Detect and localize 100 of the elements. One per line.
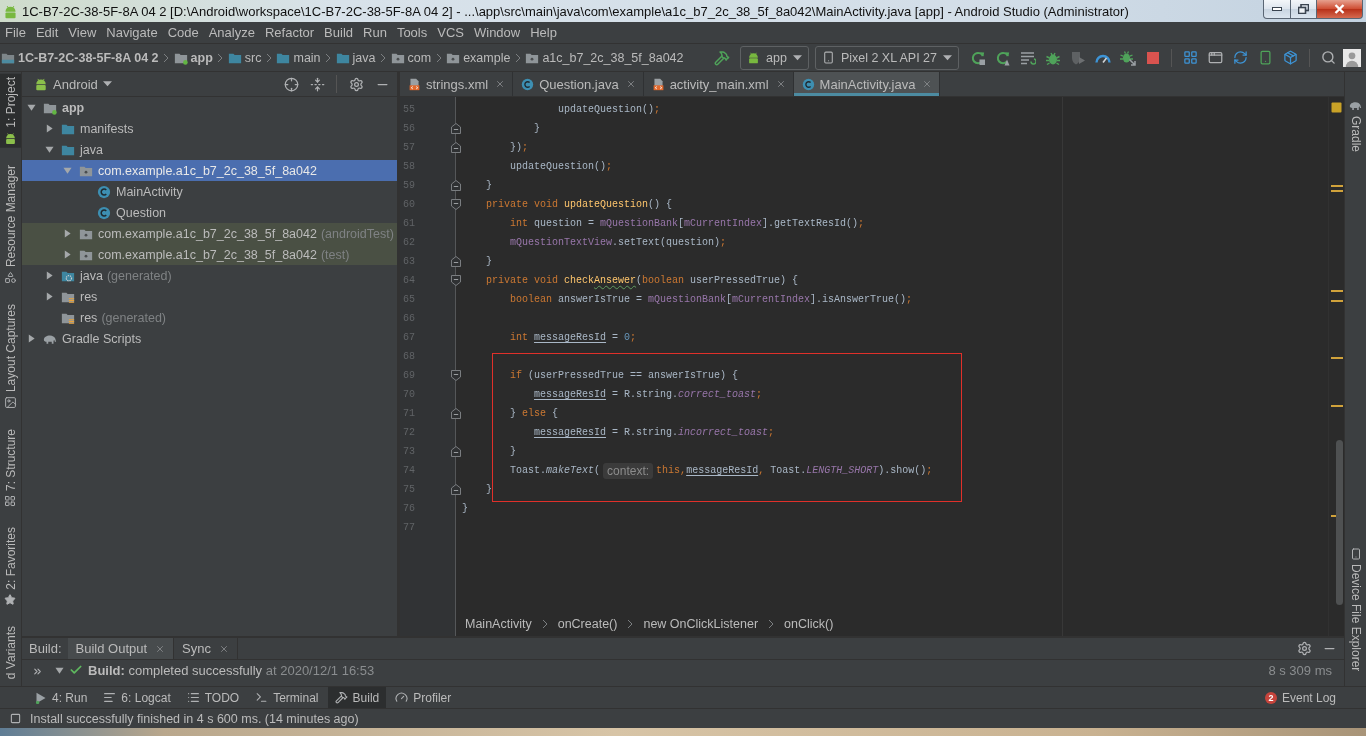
breadcrumb[interactable]: 1C-B7-2C-38-5F-8A 04 2 (1, 50, 159, 65)
breadcrumb[interactable]: MainActivity (465, 617, 532, 631)
restore-button[interactable] (1290, 0, 1317, 19)
avatar-icon[interactable] (1343, 48, 1361, 67)
breadcrumb[interactable]: onClick() (784, 617, 834, 631)
fold-end-icon[interactable] (451, 484, 461, 495)
tool-window-button[interactable]: Device File Explorer (1345, 544, 1366, 674)
phone-icon[interactable] (1258, 50, 1273, 65)
circular-arrow-icon[interactable] (969, 49, 986, 66)
fold-end-icon[interactable] (451, 408, 461, 419)
bug-arrow-icon[interactable] (1119, 49, 1136, 66)
fold-end-icon[interactable] (451, 123, 461, 134)
tree-item[interactable]: com.example.a1c_b7_2c_38_5f_8a042 (22, 160, 397, 181)
grid-icon[interactable] (1183, 50, 1198, 65)
circular-arrow-icon[interactable] (994, 49, 1011, 66)
fold-end-icon[interactable] (451, 142, 461, 153)
menu-item[interactable]: View (63, 22, 102, 43)
breadcrumb[interactable]: example (446, 50, 511, 65)
menu-item[interactable]: Navigate (101, 22, 163, 43)
editor-tab[interactable]: Question.java (513, 72, 644, 96)
breadcrumb[interactable]: src (227, 50, 262, 65)
output-tab[interactable]: Build Output (67, 638, 175, 659)
close-icon[interactable] (495, 79, 506, 89)
editor-tab[interactable]: MainActivity.java (793, 72, 941, 96)
menu-item[interactable]: Edit (30, 22, 64, 43)
menu-item[interactable]: Run (358, 22, 392, 43)
menu-item[interactable]: Code (162, 22, 204, 43)
warning-marker-icon[interactable] (1331, 300, 1343, 302)
fold-end-icon[interactable] (451, 180, 461, 191)
collapsed-arrow-icon[interactable] (44, 292, 54, 301)
view-dropdown[interactable]: Android (34, 76, 112, 92)
tool-window-button[interactable]: 2: Favorites (0, 523, 21, 609)
fold-end-icon[interactable] (451, 256, 461, 267)
tree-item[interactable]: Gradle Scripts (22, 328, 397, 349)
menu-item[interactable]: Window (468, 22, 526, 43)
collapsed-arrow-icon[interactable] (26, 334, 36, 343)
tree-item[interactable]: res (generated) (22, 307, 397, 328)
scrollbar-thumb[interactable] (1336, 440, 1343, 605)
lines-icon[interactable] (1019, 49, 1036, 66)
close-button[interactable] (1316, 0, 1363, 19)
menu-item[interactable]: Analyze (203, 22, 260, 43)
warning-marker-icon[interactable] (1331, 405, 1343, 407)
expanded-arrow-icon[interactable] (44, 145, 54, 154)
breadcrumb[interactable]: java (335, 50, 376, 65)
close-icon[interactable] (219, 643, 229, 654)
close-icon[interactable] (775, 79, 786, 89)
tool-window-button[interactable]: Resource Manager (0, 161, 21, 287)
breadcrumb[interactable]: main (276, 50, 321, 65)
breadcrumb[interactable]: a1c_b7_2c_38_5f_8a042 (525, 50, 684, 65)
refresh-icon[interactable] (1233, 50, 1248, 65)
tree-item[interactable]: Question (22, 202, 397, 223)
warning-marker-icon[interactable] (1331, 185, 1343, 187)
breadcrumb[interactable]: app (173, 50, 213, 65)
tree-item[interactable]: app (22, 97, 397, 118)
search-icon[interactable] (1320, 50, 1336, 65)
close-icon[interactable] (155, 643, 166, 654)
settings-icon[interactable] (348, 76, 364, 92)
tree-item[interactable]: manifests (22, 118, 397, 139)
caret-icon[interactable] (102, 81, 112, 87)
hammer-icon[interactable] (713, 49, 730, 66)
package-icon[interactable] (1283, 50, 1298, 65)
menu-item[interactable]: File (0, 22, 31, 43)
event-log-button[interactable]: 2 Event Log (1264, 690, 1336, 705)
tree-item[interactable]: java (generated) (22, 265, 397, 286)
close-icon[interactable] (625, 79, 636, 89)
fold-end-icon[interactable] (451, 446, 461, 457)
square-icon[interactable] (10, 713, 21, 724)
breadcrumb[interactable]: onCreate() (557, 617, 618, 631)
editor-tab[interactable]: strings.xml (400, 72, 514, 96)
tool-window-button[interactable]: d Variants (0, 622, 21, 682)
tool-window-tab[interactable]: Profiler (388, 687, 459, 708)
stop-icon[interactable] (1144, 49, 1161, 66)
tree-item[interactable]: com.example.a1c_b7_2c_38_5f_8a042 (test) (22, 244, 397, 265)
menu-item[interactable]: Tools (391, 22, 433, 43)
tool-window-tab[interactable]: 6: Logcat (96, 687, 178, 708)
collapse-icon[interactable] (309, 76, 325, 92)
menu-item[interactable]: Build (319, 22, 358, 43)
collapsed-arrow-icon[interactable] (62, 250, 72, 259)
tool-window-tab[interactable]: TODO (179, 687, 247, 708)
settings-icon[interactable] (1297, 641, 1312, 656)
warning-indicator-icon[interactable] (1331, 102, 1342, 113)
caret-icon[interactable] (792, 54, 802, 61)
collapsed-arrow-icon[interactable] (44, 124, 54, 133)
tool-window-button[interactable]: Gradle (1345, 96, 1366, 156)
collapsed-arrow-icon[interactable] (44, 271, 54, 280)
tool-window-tab[interactable]: Build (327, 687, 387, 708)
expanded-arrow-icon[interactable] (54, 665, 64, 675)
tool-window-button[interactable]: Layout Captures (0, 300, 21, 412)
expanded-arrow-icon[interactable] (26, 103, 36, 112)
minimize-button[interactable] (1263, 0, 1291, 19)
fold-start-icon[interactable] (451, 199, 461, 210)
tool-window-button[interactable]: 1: Project (0, 74, 21, 148)
editor-tab[interactable]: activity_main.xml (643, 72, 794, 96)
menu-item[interactable]: VCS (432, 22, 469, 43)
tool-window-tab[interactable]: Terminal (248, 687, 326, 708)
warning-marker-icon[interactable] (1331, 357, 1343, 359)
run-configuration-dropdown[interactable]: app (740, 45, 809, 70)
tool-window-button[interactable]: 7: Structure (0, 425, 21, 510)
fold-start-icon[interactable] (451, 370, 461, 381)
tool-window-tab[interactable]: 4: Run (28, 687, 95, 708)
